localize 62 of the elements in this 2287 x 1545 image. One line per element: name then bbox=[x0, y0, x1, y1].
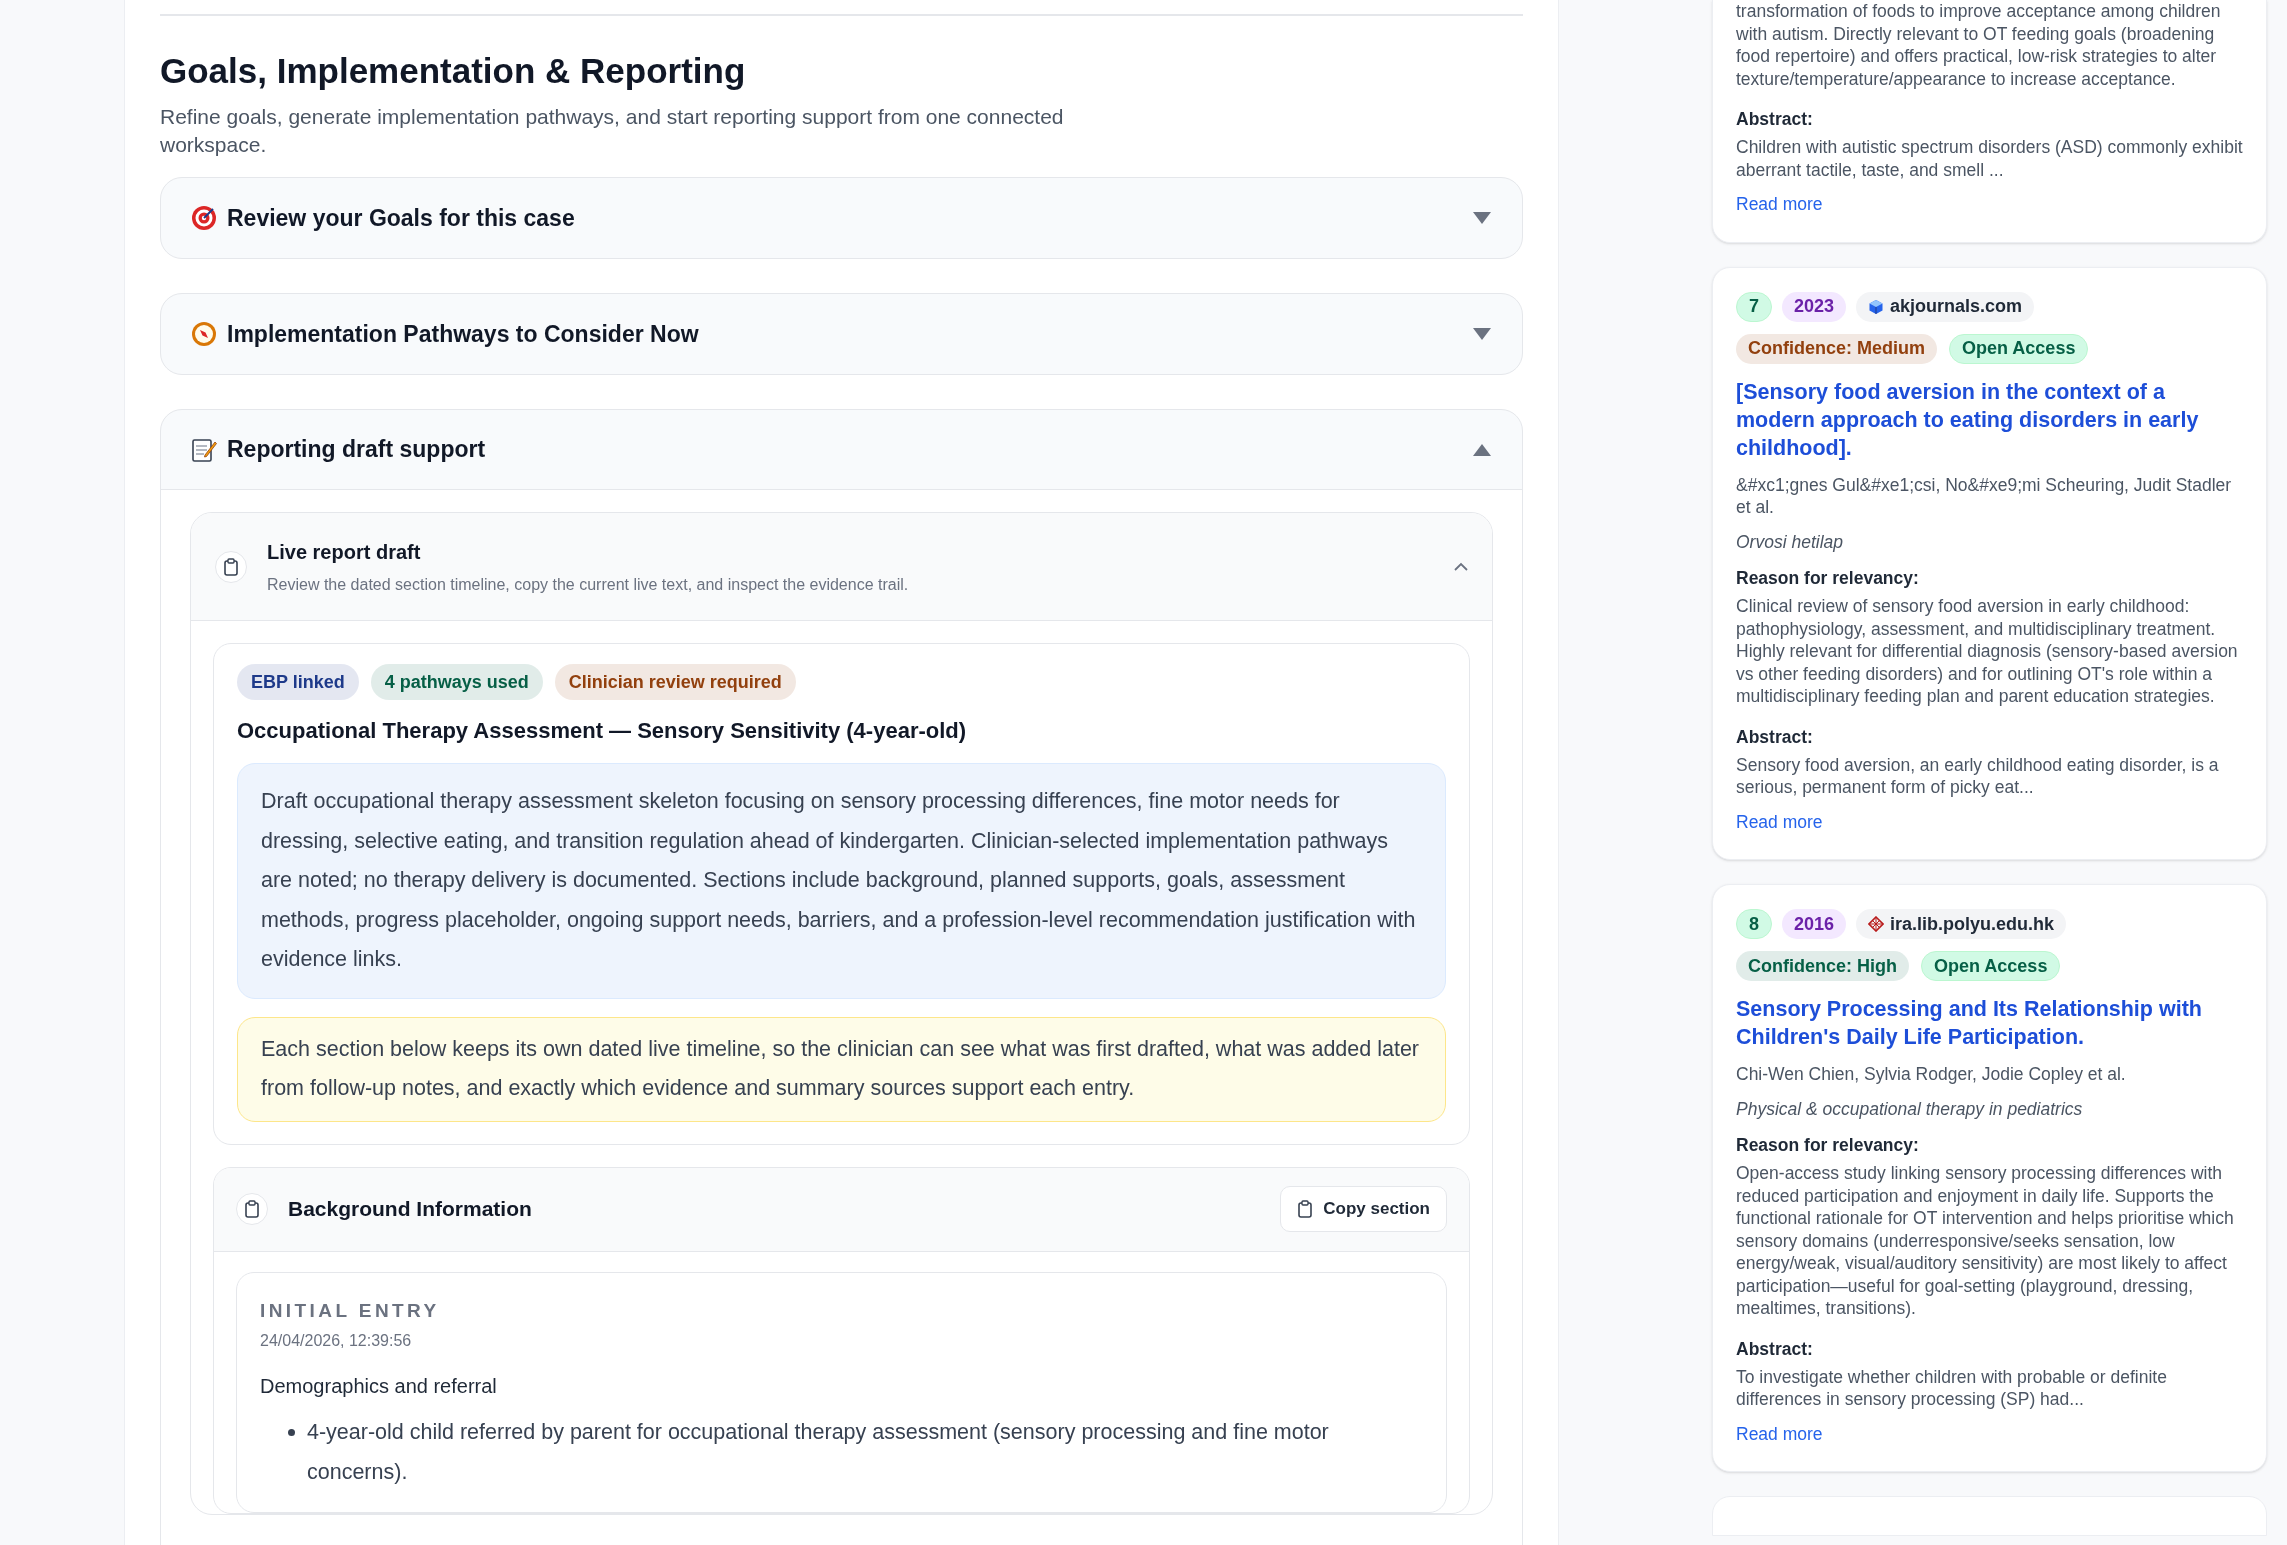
source-badge: ira.lib.polyu.edu.hk bbox=[1856, 909, 2067, 939]
rank-badge: 8 bbox=[1736, 909, 1772, 939]
target-icon bbox=[191, 205, 217, 231]
abstract-label: Abstract: bbox=[1736, 108, 1814, 131]
confidence-badge: Confidence: High bbox=[1736, 951, 1909, 981]
read-more-link[interactable]: Read more bbox=[1736, 191, 1823, 218]
summary-text: Draft occupational therapy assessment skeleton focusing on sensory processing differences, fine motor needs for dressing, selective eating, and transition regulation ahead of kindergarten. Clinician-selected implementation pathways are noted; no therapy delivery is documented. Sections include background, planned supports, goals, assessment methods, progress placeholder, ongoing support needs, barriers, and a profession-level recommendation justification with evidence links. bbox=[237, 763, 1446, 999]
section-title: Background Information bbox=[288, 1196, 533, 1223]
expand-icon bbox=[1472, 211, 1492, 225]
status-badge: Clinician review required bbox=[554, 664, 796, 700]
bullet-icon bbox=[288, 1429, 295, 1436]
accordion-header[interactable]: Review your Goals for this case bbox=[161, 178, 1522, 258]
accordion-header[interactable]: Implementation Pathways to Consider Now bbox=[161, 294, 1522, 374]
journal-name: Orvosi hetilap bbox=[1736, 530, 1844, 554]
abstract-text: To investigate whether children with probable or definite differences in sensory processing (SP) had... bbox=[1736, 1365, 2168, 1411]
collapse-icon bbox=[1472, 442, 1492, 457]
status-badge: 4 pathways used bbox=[370, 664, 543, 700]
bullet-text: 4-year-old child referred by parent for occupational therapy assessment (sensory processing and fine motor concerns). bbox=[307, 1419, 1330, 1486]
relevance-text: Clinical review of sensory food aversion in early childhood: pathophysiology, assessment, and multidisciplinary treatment. Highly relevant for differential diagnosis (sensory-based aversion vs other feeding disorders) and for outlining OT's role within a multidisciplinary feeding plan and parent education strategies. bbox=[1736, 595, 2239, 708]
compass-icon bbox=[191, 321, 217, 347]
year-badge: 2023 bbox=[1782, 291, 1847, 322]
authors-text: Chi-Wen Chien, Sylvia Rodger, Jodie Copley et al. bbox=[1736, 1063, 2127, 1086]
abstract-label: Abstract: bbox=[1736, 725, 1814, 749]
year-badge: 2016 bbox=[1782, 909, 1847, 939]
cube-icon bbox=[1868, 298, 1885, 315]
journal-name: Physical & occupational therapy in pediatrics bbox=[1736, 1097, 2084, 1121]
abstract-text: Sensory food aversion, an early childhood eating disorder, is a serious, permanent form of picky eat... bbox=[1736, 753, 2220, 799]
expand-icon bbox=[1472, 327, 1492, 341]
page-subtitle: Refine goals, generate implementation pathways, and start reporting support from one connected workspace. bbox=[160, 104, 1065, 158]
abstract-text: Children with autistic spectrum disorders (ASD) commonly exhibit aberrant tactile, taste, and smell ... bbox=[1736, 136, 2243, 182]
relevance-label: Reason for relevancy: bbox=[1736, 566, 1920, 590]
relevance-text: transformation of foods to improve acceptance among children with autism. Directly relevant to OT feeding goals (broadening food repertoire) and offers practical, low-risk strategies to alter texture/temperature/appearance to increase acceptance. bbox=[1736, 0, 2222, 90]
article-title-link[interactable]: Sensory Processing and Its Relationship with Children's Daily Life Participation. bbox=[1736, 995, 2243, 1051]
rank-badge: 7 bbox=[1736, 291, 1772, 322]
clipboard-icon bbox=[223, 557, 239, 576]
report-description: Review the dated section timeline, copy the current live text, and inspect the evidence trail. bbox=[267, 574, 910, 595]
confidence-badge: Confidence: Medium bbox=[1736, 333, 1937, 364]
source-badge: akjournals.com bbox=[1856, 291, 2035, 322]
page-heading: Goals, Implementation & Reporting bbox=[160, 50, 747, 92]
timeline-note: Each section below keeps its own dated live timeline, so the clinician can see what was first drafted, what was added later from follow-up notes, and exactly which evidence and summary sources support each entry. bbox=[237, 1016, 1446, 1122]
report-heading: Occupational Therapy Assessment — Sensory Sensitivity (4-year-old) bbox=[237, 717, 968, 745]
lattice-icon bbox=[1868, 916, 1885, 932]
clipboard-icon bbox=[244, 1200, 260, 1218]
chevron-up-icon bbox=[1454, 562, 1468, 571]
abstract-label: Abstract: bbox=[1736, 1337, 1814, 1361]
entry-heading: Demographics and referral bbox=[260, 1374, 498, 1399]
report-header[interactable]: Live report draft Review the dated section timeline, copy the current live text, and inspect the evidence trail. bbox=[191, 513, 1492, 621]
access-badge: Open Access bbox=[1949, 333, 2089, 364]
entry-label: INITIAL ENTRY bbox=[260, 1298, 441, 1323]
read-more-link[interactable]: Read more bbox=[1736, 1420, 1823, 1447]
access-badge: Open Access bbox=[1921, 951, 2061, 981]
relevance-label: Reason for relevancy: bbox=[1736, 1133, 1920, 1157]
relevance-text: Open-access study linking sensory processing differences with reduced participation and enjoyment in daily life. Supports the functional rationale for OT intervention and helps prioritise which sensory domains (underresponsive/seeks sensation, low energy/weak, visual/auditory sensitivity) are most likely to affect participation—useful for goal-setting (playground, dressing, mealtimes, transitions). bbox=[1736, 1162, 2235, 1320]
authors-text: &#xc1;gnes Gul&#xe1;csi, No&#xe9;mi Scheuring, Judit Stadler et al. bbox=[1736, 473, 2233, 519]
read-more-link[interactable]: Read more bbox=[1736, 808, 1823, 835]
memo-icon bbox=[191, 436, 217, 463]
article-title-link[interactable]: [Sensory food aversion in the context of a modern approach to eating disorders in early childhood]. bbox=[1736, 377, 2243, 462]
report-title: Live report draft bbox=[267, 539, 422, 565]
status-badge: EBP linked bbox=[237, 664, 359, 700]
copy-section-button[interactable]: Copy section bbox=[1280, 1186, 1447, 1232]
clipboard-icon bbox=[1297, 1200, 1314, 1218]
entry-timestamp: 24/04/2026, 12:39:56 bbox=[260, 1331, 413, 1351]
